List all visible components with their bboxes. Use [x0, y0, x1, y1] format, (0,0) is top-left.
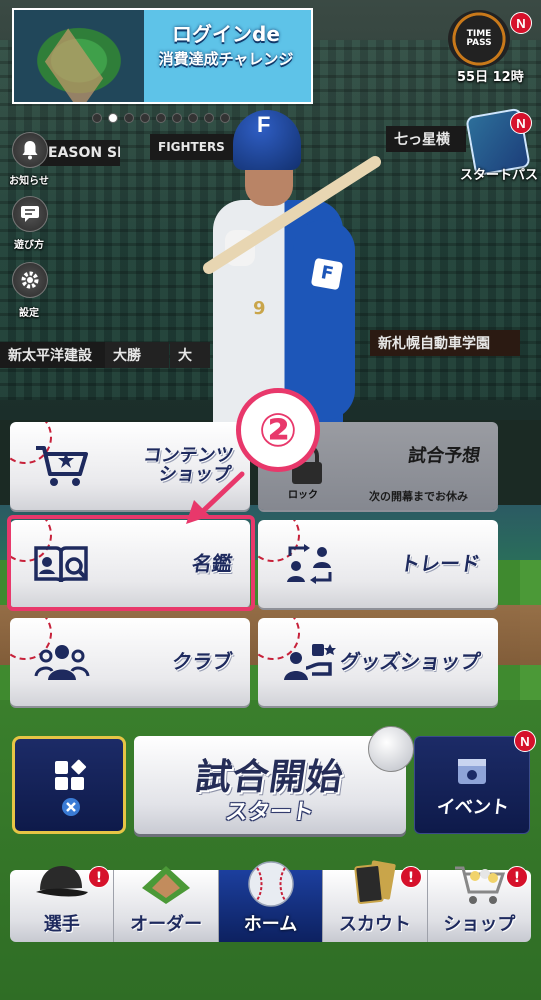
goods-shop-label: グッズショップ — [338, 649, 482, 674]
pager-dot[interactable] — [108, 113, 118, 123]
pager-dot[interactable] — [124, 113, 134, 123]
jersey-number: 9 — [253, 298, 266, 319]
start-game-label: 試合開始 — [192, 757, 347, 798]
new-badge: N — [510, 12, 532, 34]
trade-button[interactable]: トレード — [258, 520, 498, 608]
time-pass-button[interactable]: TIME PASS — [448, 10, 510, 68]
banner-title-line2: 消費達成チャレンジ — [158, 50, 294, 68]
shopping-cart-icon — [36, 446, 88, 486]
nav-shop-label: ショップ — [443, 914, 516, 935]
pager-dot[interactable] — [156, 113, 166, 123]
time-pass-icon-text: TIME PASS — [466, 28, 492, 48]
tutorial-arrow-icon — [186, 471, 245, 524]
pager-dot[interactable] — [220, 113, 230, 123]
pager-dot[interactable] — [92, 113, 102, 123]
nav-home-label: ホーム — [243, 914, 298, 935]
tutorial-highlight — [7, 515, 255, 611]
chat-icon[interactable] — [12, 196, 48, 232]
club-button[interactable]: クラブ — [10, 618, 250, 706]
side-label-howto: 遊び方 — [14, 240, 44, 251]
new-badge: N — [514, 730, 536, 752]
time-pass-remaining: 55日 12時 — [457, 70, 524, 85]
trade-label: トレード — [398, 551, 482, 576]
pager-dot[interactable] — [188, 113, 198, 123]
event-label: イベント — [435, 797, 510, 818]
ad-board: 大勝 — [105, 342, 169, 368]
banner-pager[interactable] — [92, 113, 230, 123]
baseball-icon — [247, 861, 294, 907]
start-game-button[interactable]: 試合開始 スタート — [134, 736, 406, 834]
bell-icon[interactable] — [12, 132, 48, 168]
ad-board: EASON SEAT — [40, 140, 120, 166]
helmet-logo: F — [257, 112, 271, 137]
banner-title-line1: ログインde — [172, 22, 280, 46]
side-label-settings: 設定 — [19, 308, 39, 319]
lock-label: ロック — [288, 490, 318, 501]
bat-icon — [203, 156, 381, 274]
ad-board: 新太平洋建設 — [0, 342, 105, 368]
side-label-notice: お知らせ — [9, 176, 49, 187]
pager-dot[interactable] — [140, 113, 150, 123]
banner-title: ログインde 消費達成チャレンジ — [142, 22, 310, 68]
start-pass-label: スタートパス — [460, 168, 539, 183]
nav-scout-label: スカウト — [338, 914, 411, 935]
goods-shop-button[interactable]: グッズショップ — [258, 618, 498, 706]
match-prediction-status: 次の開幕までお休み — [369, 490, 468, 503]
match-prediction-label: 試合予想 — [406, 445, 482, 467]
gear-icon[interactable] — [12, 262, 48, 298]
club-label: クラブ — [170, 649, 234, 674]
goods-icon — [284, 644, 336, 680]
tutorial-step-marker: ② — [236, 388, 320, 472]
nav-order[interactable]: オーダー — [114, 866, 219, 942]
start-game-sublabel: スタート — [223, 800, 316, 825]
diamond-field-icon — [142, 866, 191, 904]
alert-badge: ! — [88, 866, 110, 888]
cap-icon — [35, 866, 88, 897]
group-icon — [34, 645, 90, 680]
trade-icon — [287, 544, 332, 584]
event-banner[interactable]: ログインde 消費達成チャレンジ — [12, 8, 313, 104]
pager-dot[interactable] — [204, 113, 214, 123]
baseball-icon — [368, 726, 414, 772]
nav-home[interactable]: ホーム — [218, 861, 324, 942]
grid-menu-icon — [55, 759, 87, 816]
player-card-icon — [354, 860, 396, 904]
event-button[interactable]: イベント — [414, 736, 530, 834]
nav-order-label: オーダー — [130, 914, 203, 935]
new-badge: N — [510, 112, 532, 134]
calendar-icon — [458, 759, 486, 784]
ad-board: 七っ星横 — [386, 126, 466, 152]
ad-board: 新札幌自動車学園 — [370, 330, 520, 356]
alert-badge: ! — [400, 866, 422, 888]
pager-dot[interactable] — [172, 113, 182, 123]
shortcut-menu-button[interactable] — [12, 736, 126, 834]
banner-stadium-image — [14, 10, 144, 102]
alert-badge: ! — [506, 866, 528, 888]
nav-players-label: 選手 — [43, 914, 80, 935]
shopping-cart-icon — [455, 866, 506, 904]
